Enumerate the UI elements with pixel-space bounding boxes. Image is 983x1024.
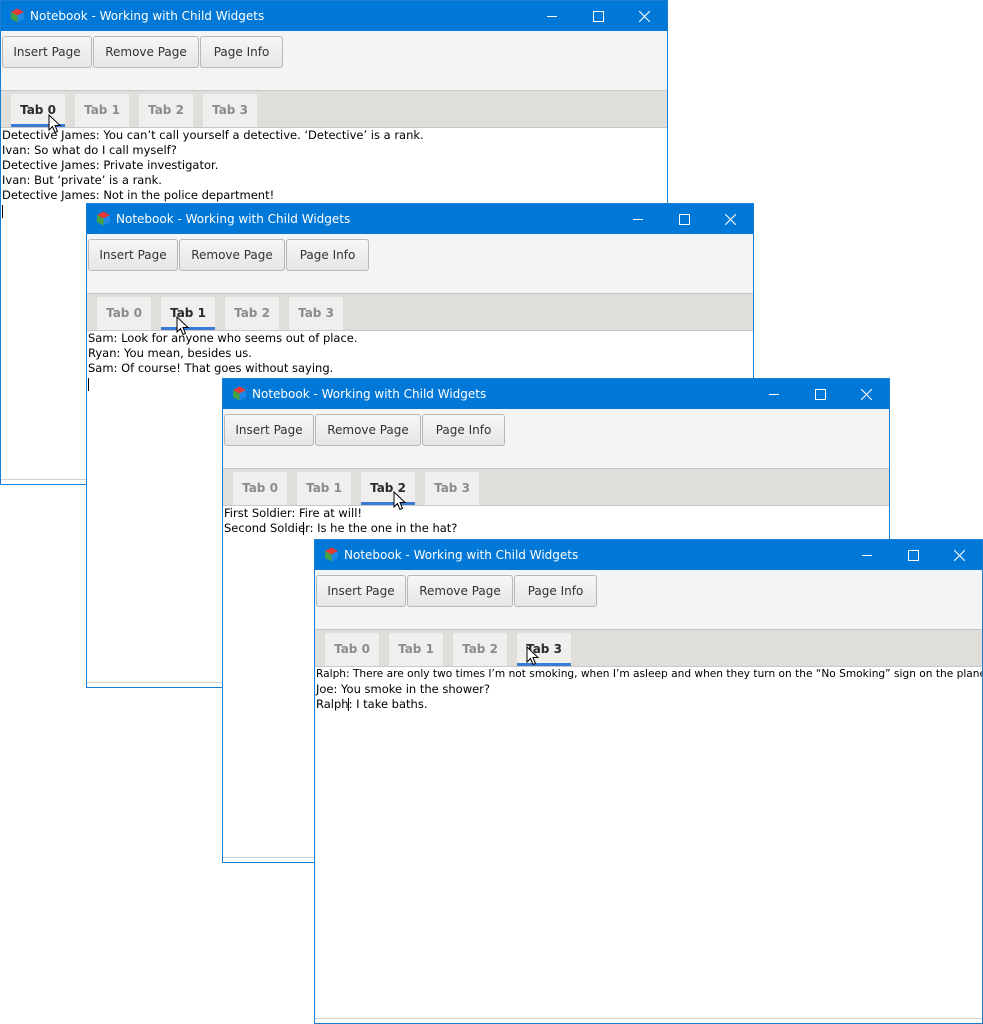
- remove-page-button[interactable]: Remove Page: [93, 36, 199, 68]
- minimize-button[interactable]: [615, 204, 661, 234]
- text-line: Second Soldier: Is he the one in the hat…: [224, 521, 458, 535]
- text-line: Ivan: So what do I call myself?: [2, 143, 177, 157]
- window-title: Notebook - Working with Child Widgets: [252, 387, 487, 401]
- mouse-pointer-icon: [393, 491, 407, 511]
- app-icon: [233, 386, 246, 401]
- text-line: Detective James: You can’t call yourself…: [2, 128, 424, 142]
- divider: [315, 1018, 982, 1019]
- title-bar[interactable]: Notebook - Working with Child Widgets: [315, 540, 982, 570]
- tab-0[interactable]: Tab 0: [233, 472, 287, 505]
- text-line: First Soldier: Fire at will!: [224, 506, 363, 520]
- insert-page-button[interactable]: Insert Page: [224, 414, 314, 446]
- tab-bar: Tab 0 Tab 1 Tab 2 Tab 3: [223, 468, 889, 506]
- text-caret: [2, 205, 3, 218]
- tab-2[interactable]: Tab 2: [225, 297, 279, 330]
- close-button[interactable]: [621, 1, 667, 31]
- text-line: Ralph: I take baths.: [316, 697, 428, 711]
- close-icon: [954, 550, 965, 561]
- close-icon: [725, 214, 736, 225]
- tab-3[interactable]: Tab 3: [425, 472, 479, 505]
- maximize-button[interactable]: [890, 540, 936, 570]
- minimize-button[interactable]: [844, 540, 890, 570]
- text-line: Detective James: Not in the police depar…: [2, 188, 275, 202]
- app-icon: [97, 211, 110, 226]
- minimize-button[interactable]: [751, 379, 797, 409]
- mouse-pointer-icon: [176, 316, 190, 336]
- title-bar[interactable]: Notebook - Working with Child Widgets: [87, 204, 753, 234]
- text-line: Ivan: But ‘private’ is a rank.: [2, 173, 162, 187]
- maximize-icon: [815, 389, 826, 400]
- tab-bar: Tab 0 Tab 1 Tab 2 Tab 3: [1, 90, 667, 128]
- text-view[interactable]: Ralph: There are only two times I’m not …: [315, 667, 982, 1023]
- text-line: Detective James: Private investigator.: [2, 158, 219, 172]
- tab-3[interactable]: Tab 3: [289, 297, 343, 330]
- minimize-icon: [862, 555, 872, 556]
- tab-0[interactable]: Tab 0: [97, 297, 151, 330]
- text-line: Ralph: There are only two times I’m not …: [316, 668, 982, 680]
- maximize-button[interactable]: [797, 379, 843, 409]
- page-info-button[interactable]: Page Info: [286, 239, 369, 271]
- remove-page-button[interactable]: Remove Page: [315, 414, 421, 446]
- close-icon: [861, 389, 872, 400]
- maximize-icon: [593, 11, 604, 22]
- page-info-button[interactable]: Page Info: [200, 36, 283, 68]
- toolbar: Insert Page Remove Page Page Info: [1, 31, 667, 90]
- maximize-icon: [679, 214, 690, 225]
- notebook-window-3[interactable]: Notebook - Working with Child Widgets In…: [314, 539, 983, 1024]
- insert-page-button[interactable]: Insert Page: [2, 36, 92, 68]
- minimize-button[interactable]: [529, 1, 575, 31]
- window-title: Notebook - Working with Child Widgets: [30, 9, 265, 23]
- tab-1[interactable]: Tab 1: [297, 472, 351, 505]
- tab-1[interactable]: Tab 1: [75, 94, 129, 127]
- text-line: Joe: You smoke in the shower?: [316, 682, 491, 696]
- text-caret: [88, 378, 89, 391]
- maximize-icon: [908, 550, 919, 561]
- text-line: Ryan: You mean, besides us.: [88, 346, 252, 360]
- toolbar: Insert Page Remove Page Page Info: [223, 409, 889, 468]
- tab-2[interactable]: Tab 2: [453, 633, 507, 666]
- close-button[interactable]: [843, 379, 889, 409]
- insert-page-button[interactable]: Insert Page: [316, 575, 406, 607]
- close-button[interactable]: [707, 204, 753, 234]
- text-caret: [348, 698, 349, 711]
- remove-page-button[interactable]: Remove Page: [179, 239, 285, 271]
- remove-page-button[interactable]: Remove Page: [407, 575, 513, 607]
- minimize-icon: [547, 16, 557, 17]
- toolbar: Insert Page Remove Page Page Info: [87, 234, 753, 293]
- minimize-icon: [769, 394, 779, 395]
- tab-2[interactable]: Tab 2: [139, 94, 193, 127]
- close-icon: [639, 11, 650, 22]
- maximize-button[interactable]: [661, 204, 707, 234]
- tab-bar: Tab 0 Tab 1 Tab 2 Tab 3: [315, 629, 982, 667]
- text-caret: [303, 522, 304, 535]
- window-title: Notebook - Working with Child Widgets: [344, 548, 579, 562]
- title-bar[interactable]: Notebook - Working with Child Widgets: [1, 1, 667, 31]
- title-bar[interactable]: Notebook - Working with Child Widgets: [223, 379, 889, 409]
- tab-3[interactable]: Tab 3: [203, 94, 257, 127]
- page-info-button[interactable]: Page Info: [422, 414, 505, 446]
- toolbar: Insert Page Remove Page Page Info: [315, 570, 982, 629]
- insert-page-button[interactable]: Insert Page: [88, 239, 178, 271]
- mouse-pointer-icon: [48, 114, 62, 134]
- tab-0[interactable]: Tab 0: [325, 633, 379, 666]
- close-button[interactable]: [936, 540, 982, 570]
- maximize-button[interactable]: [575, 1, 621, 31]
- mouse-pointer-icon: [526, 646, 540, 666]
- app-icon: [11, 8, 24, 23]
- tab-1[interactable]: Tab 1: [389, 633, 443, 666]
- window-title: Notebook - Working with Child Widgets: [116, 212, 351, 226]
- app-icon: [325, 547, 338, 562]
- text-line: Sam: Of course! That goes without saying…: [88, 361, 334, 375]
- minimize-icon: [633, 219, 643, 220]
- page-info-button[interactable]: Page Info: [514, 575, 597, 607]
